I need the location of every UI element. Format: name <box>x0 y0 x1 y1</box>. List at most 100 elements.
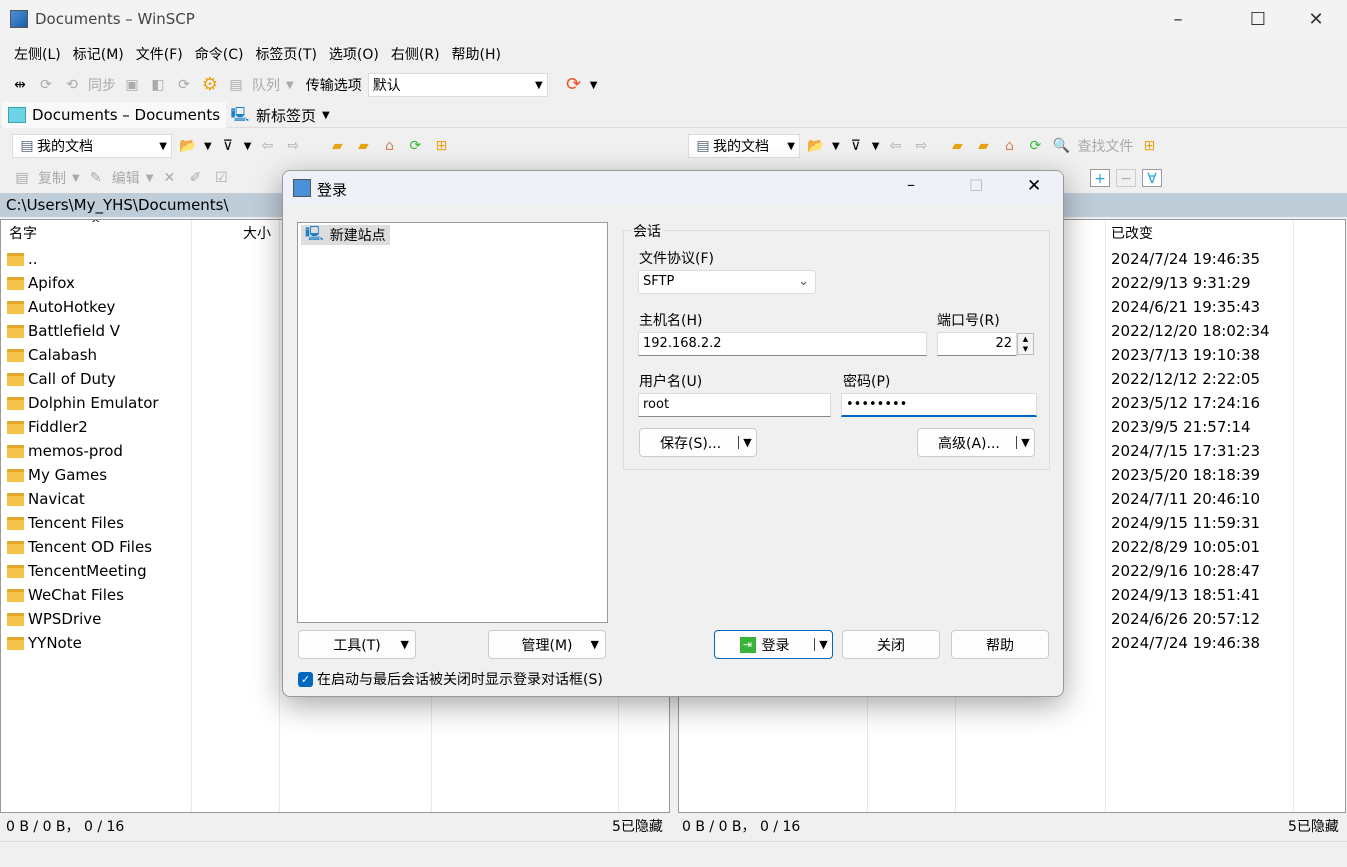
copy-button[interactable]: 复制 <box>38 168 66 188</box>
file-row[interactable]: WeChat Files <box>7 583 124 607</box>
tools-button[interactable]: 工具(T) ▼ <box>298 630 416 659</box>
right-location-select[interactable]: ▤ 我的文档 ▼ <box>688 134 800 158</box>
open-folder-icon[interactable]: 📂 <box>178 137 198 155</box>
home-icon[interactable]: ⌂ <box>999 137 1019 155</box>
file-row[interactable]: TencentMeeting <box>7 559 147 583</box>
rename-icon[interactable]: ✐ <box>185 169 205 187</box>
open-folder-icon[interactable]: 📂 <box>806 137 826 155</box>
close-dialog-button[interactable]: 关闭 <box>842 630 940 659</box>
tree-icon[interactable]: ⊞ <box>431 137 451 155</box>
help-button[interactable]: 帮助 <box>951 630 1049 659</box>
file-row[interactable]: Call of Duty <box>7 367 116 391</box>
compare-icon[interactable]: ⇹ <box>10 76 30 94</box>
file-row[interactable]: Fiddler2 <box>7 415 88 439</box>
sync-browse-icon[interactable]: ⟳ <box>36 76 56 94</box>
file-row[interactable]: YYNote <box>7 631 82 655</box>
user-input[interactable]: root <box>638 393 831 417</box>
file-changed-date[interactable]: 2022/8/29 10:05:01 <box>1111 538 1260 556</box>
column-name-header[interactable]: 名字 <box>9 223 37 243</box>
file-row[interactable]: Calabash <box>7 343 97 367</box>
minimize-button[interactable]: – <box>1158 6 1198 34</box>
show-login-checkbox[interactable]: ✓ <box>298 671 313 687</box>
chevron-down-icon[interactable]: ▼ <box>814 638 832 651</box>
copy-icon[interactable]: ▤ <box>12 169 32 187</box>
dialog-close-button[interactable]: ✕ <box>1027 176 1041 196</box>
sync-button[interactable]: 同步 <box>88 75 116 95</box>
file-changed-date[interactable]: 2024/7/24 19:46:35 <box>1111 250 1260 268</box>
close-button[interactable]: ✕ <box>1296 6 1336 34</box>
reconnect-icon[interactable]: ⟳ <box>564 76 584 94</box>
queue-button[interactable]: 队列 <box>252 75 280 95</box>
home-icon[interactable]: ⌂ <box>379 137 399 155</box>
root-dir-icon[interactable]: ▰ <box>973 137 993 155</box>
file-changed-date[interactable]: 2023/9/5 21:57:14 <box>1111 418 1251 436</box>
port-spinner[interactable]: ▲ ▼ <box>1017 333 1034 355</box>
port-input[interactable]: 22 <box>937 332 1017 356</box>
maximize-button[interactable]: ☐ <box>1238 6 1278 34</box>
file-row[interactable]: Navicat <box>7 487 85 511</box>
file-row[interactable]: Tencent OD Files <box>7 535 152 559</box>
file-changed-date[interactable]: 2024/9/13 18:51:41 <box>1111 586 1260 604</box>
advanced-button[interactable]: 高级(A)... ▼ <box>917 428 1035 457</box>
file-row[interactable]: My Games <box>7 463 107 487</box>
menu-item-3[interactable]: 命令(C) <box>189 44 250 64</box>
save-button[interactable]: 保存(S)... ▼ <box>639 428 757 457</box>
site-item-new[interactable]: 🖳 新建站点 <box>301 225 390 245</box>
edit-button[interactable]: 编辑 <box>112 168 140 188</box>
show-login-checkbox-row[interactable]: ✓ 在启动与最后会话被关闭时显示登录对话框(S) <box>298 669 603 689</box>
root-dir-icon[interactable]: ▰ <box>353 137 373 155</box>
menu-item-2[interactable]: 文件(F) <box>130 44 189 64</box>
select-all-icon[interactable]: ∀ <box>1142 169 1162 187</box>
left-location-select[interactable]: ▤ 我的文档 ▼ <box>12 134 172 158</box>
refresh-icon[interactable]: ⟳ <box>174 76 194 94</box>
edit-icon[interactable]: ✎ <box>86 169 106 187</box>
menu-item-4[interactable]: 标签页(T) <box>249 44 322 64</box>
properties-icon[interactable]: ☑ <box>211 169 231 187</box>
login-button[interactable]: ⇥ 登录 ▼ <box>714 630 833 659</box>
parent-dir-icon[interactable]: ▰ <box>947 137 967 155</box>
putty-icon[interactable]: ◧ <box>148 76 168 94</box>
chevron-down-icon[interactable]: ▼ <box>738 436 756 449</box>
protocol-select[interactable]: SFTP ⌄ <box>638 270 816 294</box>
column-changed-header[interactable]: 已改变 <box>1111 223 1153 243</box>
menu-item-7[interactable]: 帮助(H) <box>446 44 507 64</box>
gear-icon[interactable]: ⚙ <box>200 76 220 94</box>
file-changed-date[interactable]: 2022/9/16 10:28:47 <box>1111 562 1260 580</box>
refresh-icon[interactable]: ⟳ <box>405 137 425 155</box>
forward-icon[interactable]: ⇨ <box>911 137 931 155</box>
file-changed-date[interactable]: 2024/7/11 20:46:10 <box>1111 490 1260 508</box>
file-changed-date[interactable]: 2024/7/24 19:46:38 <box>1111 634 1260 652</box>
select-plus-icon[interactable]: + <box>1090 169 1110 187</box>
file-row[interactable]: AutoHotkey <box>7 295 115 319</box>
tree-icon[interactable]: ⊞ <box>1139 137 1159 155</box>
file-row[interactable]: Apifox <box>7 271 75 295</box>
site-tree[interactable]: 🖳 新建站点 <box>297 222 608 623</box>
file-row[interactable]: .. <box>7 247 38 271</box>
file-row[interactable]: Battlefield V <box>7 319 120 343</box>
back-icon[interactable]: ⇦ <box>257 137 277 155</box>
dialog-maximize-button[interactable]: ☐ <box>969 176 983 195</box>
console-icon[interactable]: ▣ <box>122 76 142 94</box>
menu-item-6[interactable]: 右侧(R) <box>385 44 446 64</box>
password-input[interactable]: •••••••• <box>841 393 1037 417</box>
file-row[interactable]: Dolphin Emulator <box>7 391 159 415</box>
file-changed-date[interactable]: 2023/5/12 17:24:16 <box>1111 394 1260 412</box>
file-row[interactable]: memos-prod <box>7 439 123 463</box>
file-changed-date[interactable]: 2024/9/15 11:59:31 <box>1111 514 1260 532</box>
file-changed-date[interactable]: 2022/12/12 2:22:05 <box>1111 370 1260 388</box>
sync-icon[interactable]: ⟲ <box>62 76 82 94</box>
host-input[interactable]: 192.168.2.2 <box>638 332 927 356</box>
manage-button[interactable]: 管理(M) ▼ <box>488 630 606 659</box>
parent-dir-icon[interactable]: ▰ <box>327 137 347 155</box>
chevron-down-icon[interactable]: ▼ <box>590 80 598 91</box>
tab-documents[interactable]: Documents – Documents <box>2 102 227 128</box>
file-changed-date[interactable]: 2024/6/26 20:57:12 <box>1111 610 1260 628</box>
tab-new[interactable]: 🖳 新标签页 ▼ <box>224 102 336 128</box>
file-row[interactable]: WPSDrive <box>7 607 101 631</box>
forward-icon[interactable]: ⇨ <box>283 137 303 155</box>
queue-icon[interactable]: ▤ <box>226 76 246 94</box>
menu-item-0[interactable]: 左侧(L) <box>8 44 67 64</box>
file-changed-date[interactable]: 2022/9/13 9:31:29 <box>1111 274 1251 292</box>
back-icon[interactable]: ⇦ <box>885 137 905 155</box>
file-changed-date[interactable]: 2024/7/15 17:31:23 <box>1111 442 1260 460</box>
